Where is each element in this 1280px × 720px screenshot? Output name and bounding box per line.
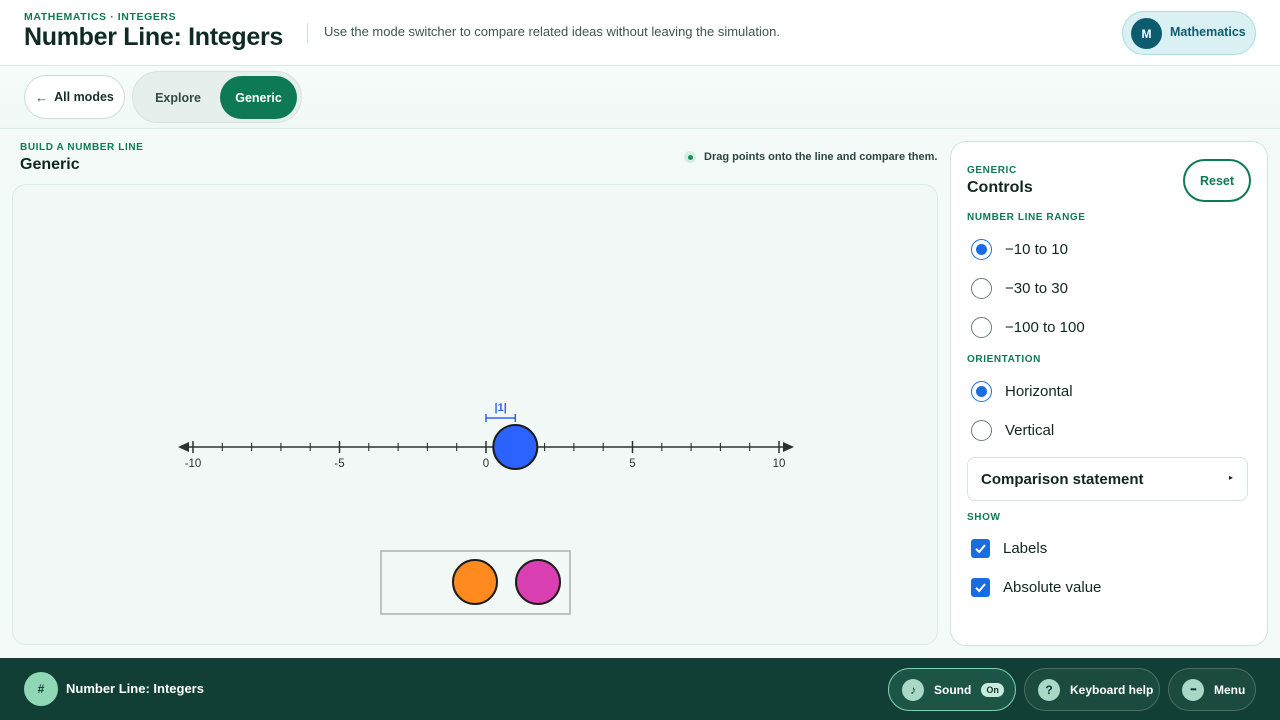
tray-point[interactable] — [452, 559, 498, 605]
radio-icon[interactable] — [971, 419, 992, 441]
music-note-icon: ♪ — [902, 678, 924, 701]
comparison-statement-toggle[interactable]: Comparison statement ▸ — [967, 457, 1248, 501]
checkbox-checked-icon[interactable] — [971, 538, 990, 558]
range-option-100[interactable]: −100 to 100 — [971, 314, 1085, 340]
sound-toggle-button[interactable]: ♪ Sound On — [888, 668, 1016, 711]
bottom-bar: # Number Line: Integers ♪ Sound On ? Key… — [0, 658, 1280, 720]
mode-bar: ← All modes Explore Generic — [0, 66, 1280, 129]
placed-point[interactable] — [492, 424, 539, 470]
tab-generic[interactable]: Generic — [220, 76, 297, 119]
all-modes-label: All modes — [54, 90, 114, 104]
subject-button[interactable]: M Mathematics — [1122, 11, 1256, 55]
tick-label: 10 — [773, 458, 786, 470]
menu-button[interactable]: ••• Menu — [1168, 668, 1256, 711]
question-icon: ? — [1038, 678, 1060, 701]
subject-breadcrumb: MATHEMATICS · INTEGERS — [24, 11, 177, 23]
drag-hint: Drag points onto the line and compare th… — [684, 151, 937, 163]
show-labels-checkbox[interactable]: Labels — [971, 535, 1047, 561]
app-header: MATHEMATICS · INTEGERS Number Line: Inte… — [0, 0, 1280, 66]
number-line-workspace: -10 -5 0 5 10 |1| — [12, 184, 938, 645]
tick-label: 5 — [629, 458, 635, 470]
sound-state-badge: On — [981, 682, 1004, 697]
radio-selected-icon[interactable] — [971, 238, 992, 260]
header-divider — [307, 23, 308, 43]
tray-point[interactable] — [515, 559, 561, 605]
sound-label: Sound — [934, 682, 972, 697]
more-dots-icon: ••• — [1182, 678, 1204, 701]
show-absolute-value-checkbox[interactable]: Absolute value — [971, 574, 1101, 600]
footer-title: Number Line: Integers — [66, 681, 204, 696]
drag-hint-text: Drag points onto the line and compare th… — [704, 151, 938, 163]
tick-label: 0 — [483, 458, 489, 470]
tick-label: -10 — [185, 458, 202, 470]
reset-button[interactable]: Reset — [1183, 159, 1251, 202]
caret-right-icon: ▸ — [1228, 473, 1233, 482]
range-option-label: −30 to 30 — [1005, 279, 1068, 297]
all-modes-button[interactable]: ← All modes — [24, 75, 125, 119]
range-option-label: −10 to 10 — [1005, 240, 1068, 258]
orientation-section-label: ORIENTATION — [967, 354, 1042, 365]
keyboard-help-button[interactable]: ? Keyboard help — [1024, 668, 1160, 711]
show-section-label: SHOW — [967, 512, 1001, 523]
subject-label: Mathematics — [1170, 25, 1246, 39]
range-section-label: NUMBER LINE RANGE — [967, 212, 1086, 223]
show-option-label: Labels — [1003, 539, 1048, 557]
radio-icon[interactable] — [971, 277, 992, 299]
section-title: Generic — [20, 156, 80, 173]
section-eyebrow: BUILD A NUMBER LINE — [20, 142, 144, 153]
orientation-option-label: Vertical — [1005, 421, 1055, 439]
mode-switcher: Explore Generic — [132, 71, 302, 123]
orientation-horizontal[interactable]: Horizontal — [971, 378, 1073, 404]
orientation-vertical[interactable]: Vertical — [971, 417, 1054, 443]
show-option-label: Absolute value — [1003, 578, 1102, 596]
controls-panel: GENERIC Controls Reset NUMBER LINE RANGE… — [950, 141, 1268, 646]
menu-label: Menu — [1214, 682, 1246, 697]
tick-label: -5 — [334, 458, 344, 470]
orientation-option-label: Horizontal — [1005, 382, 1073, 400]
range-option-label: −100 to 100 — [1005, 318, 1085, 336]
absolute-value-label: |1| — [495, 402, 507, 414]
right-arrow-icon — [783, 442, 794, 452]
avatar: M — [1131, 18, 1162, 49]
range-option-30[interactable]: −30 to 30 — [971, 275, 1068, 301]
keyboard-help-label: Keyboard help — [1070, 682, 1154, 697]
left-arrow-icon — [178, 442, 189, 452]
radio-icon[interactable] — [971, 316, 992, 338]
page-subtitle: Use the mode switcher to compare related… — [324, 24, 780, 39]
radio-selected-icon[interactable] — [971, 380, 992, 402]
comparison-label: Comparison statement — [981, 471, 1144, 488]
number-line-canvas: -10 -5 0 5 10 |1| — [178, 402, 794, 615]
status-dot-icon — [684, 151, 696, 163]
back-arrow-icon: ← — [35, 89, 49, 105]
checkbox-checked-icon[interactable] — [971, 577, 990, 597]
panel-eyebrow: GENERIC — [967, 165, 1017, 176]
page-title: Number Line: Integers — [24, 23, 284, 51]
range-option-10[interactable]: −10 to 10 — [971, 236, 1068, 262]
panel-title: Controls — [967, 179, 1033, 196]
app-logo-icon: # — [24, 672, 58, 706]
tab-explore[interactable]: Explore — [137, 76, 219, 119]
